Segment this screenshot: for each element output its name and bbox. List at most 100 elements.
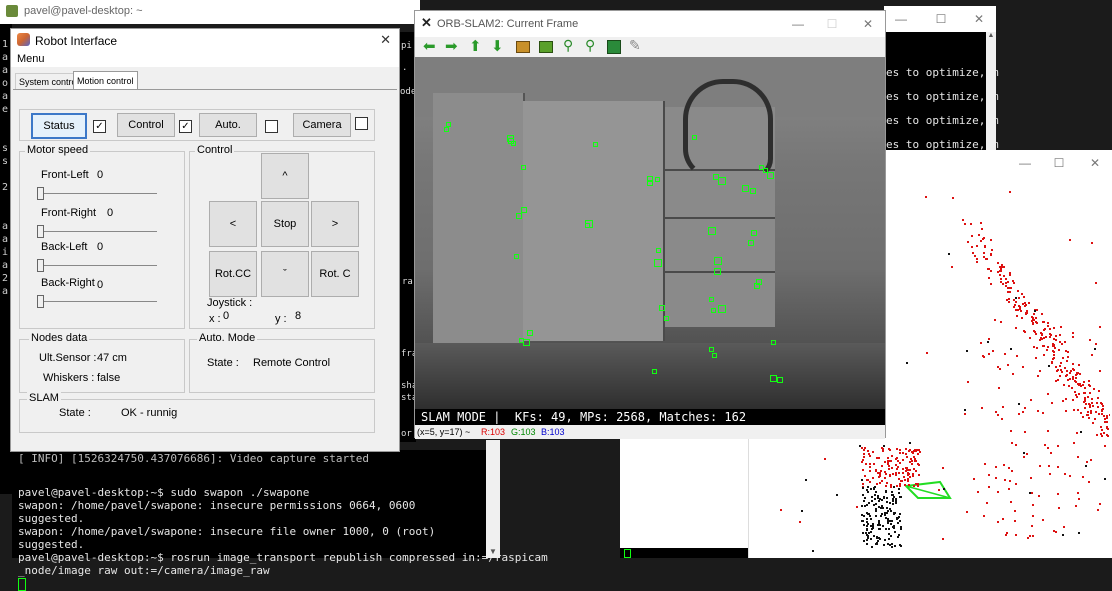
robot-titlebar[interactable]: Robot Interface ✕ (11, 29, 399, 51)
camera-checkbox[interactable] (355, 117, 368, 130)
pixel-g: G:103 (511, 427, 536, 437)
map-point (1062, 383, 1065, 386)
map-point (1066, 378, 1069, 381)
close-icon[interactable]: ✕ (855, 11, 881, 37)
map-point (1077, 409, 1080, 412)
map-point (1048, 328, 1051, 331)
auto-checkbox[interactable] (265, 120, 278, 133)
forward-button[interactable]: ^ (261, 153, 309, 199)
desktop-titlebar[interactable]: pavel@pavel-desktop: ~ (0, 0, 420, 24)
close-icon[interactable]: ✕ (380, 32, 391, 48)
map-point (1076, 383, 1079, 385)
arrow-left-icon[interactable]: ⬅ (423, 37, 436, 55)
brush-icon[interactable]: ✎ (629, 37, 641, 54)
arrow-up-icon[interactable]: ⬆ (469, 37, 482, 55)
map-point (878, 500, 881, 503)
orb-slam-window[interactable]: ✕ ORB-SLAM2: Current Frame — ☐ ✕ ⬅ ➡ ⬆ ⬇… (414, 10, 886, 439)
terminal-main[interactable]: [ INFO] [1526324750.437076686]: Video ca… (12, 450, 548, 591)
map-point (883, 544, 886, 547)
minimize-icon[interactable]: — (785, 11, 811, 37)
map-point (873, 487, 876, 490)
map-point (984, 463, 987, 466)
right-button[interactable]: > (311, 201, 359, 247)
scroll-down-icon[interactable]: ▼ (489, 547, 497, 556)
map-point (868, 480, 871, 483)
rotate-cw-button[interactable]: Rot. C (311, 251, 359, 297)
map-point (999, 277, 1002, 280)
map-point (982, 236, 985, 239)
map-point (900, 479, 903, 482)
terminal-right-scrollbar[interactable]: ▲ (986, 32, 996, 152)
map-point (894, 498, 897, 501)
terminal-cursor (18, 578, 26, 591)
map-point (970, 222, 973, 225)
image-icon[interactable] (516, 41, 530, 53)
save-icon[interactable] (607, 40, 621, 54)
backward-button[interactable]: ˇ (261, 251, 309, 297)
auto-button[interactable]: Auto. (199, 113, 257, 137)
map-point (1103, 420, 1106, 423)
menu-item[interactable]: Menu (17, 53, 45, 65)
camera-button[interactable]: Camera (293, 113, 351, 137)
map-point (981, 228, 984, 231)
map-point (1090, 398, 1093, 401)
map-point (863, 456, 866, 459)
map-point (861, 531, 864, 534)
map-point (899, 462, 902, 465)
terminal-scrollbar[interactable]: ▼ (486, 440, 500, 558)
zoom-out-icon[interactable]: ⚲ (585, 37, 595, 54)
map-point (895, 516, 898, 519)
back-left-slider[interactable] (37, 259, 157, 272)
scroll-up-icon[interactable]: ▲ (986, 32, 996, 39)
arrow-right-icon[interactable]: ➡ (445, 37, 458, 55)
zoom-in-icon[interactable]: ⚲ (563, 37, 573, 54)
map-point (1026, 452, 1029, 455)
map-point (1100, 412, 1103, 415)
partial-label: ra (402, 277, 413, 287)
status-button[interactable]: Status (31, 113, 87, 139)
close-icon[interactable]: ✕ (1082, 150, 1108, 176)
stop-button[interactable]: Stop (261, 201, 309, 247)
maximize-icon[interactable]: ☐ (819, 11, 845, 37)
arrow-down-icon[interactable]: ⬇ (491, 37, 504, 55)
close-icon[interactable]: ✕ (966, 6, 992, 32)
camera-frame[interactable] (415, 57, 885, 409)
minimize-icon[interactable]: — (1012, 150, 1038, 176)
map-point (867, 450, 870, 453)
map-point (823, 457, 826, 460)
left-button[interactable]: < (209, 201, 257, 247)
map-point (1106, 425, 1109, 428)
map-point (1048, 335, 1051, 338)
maximize-icon[interactable]: ☐ (928, 6, 954, 32)
minimize-icon[interactable]: — (888, 6, 914, 32)
map-point (938, 488, 941, 491)
map-point (1055, 339, 1058, 342)
tab-motion-control[interactable]: Motion control (73, 71, 138, 90)
robot-interface-window[interactable]: Robot Interface ✕ Menu System control Mo… (10, 28, 400, 452)
map-point (1029, 477, 1032, 480)
map-point (881, 464, 884, 467)
map-point (1072, 398, 1075, 401)
map-point (1015, 444, 1018, 446)
map-point (869, 470, 872, 473)
keypoint-marker (515, 213, 522, 220)
rotate-ccw-button[interactable]: Rot.CC (209, 251, 257, 297)
slam-status-text: SLAM MODE | KFs: 49, MPs: 2568, Matches:… (421, 410, 747, 424)
control-button[interactable]: Control (117, 113, 175, 137)
terminal-right[interactable]: es to optimize, m es to optimize, m es t… (884, 32, 999, 162)
motor-speed-title: Motor speed (25, 144, 91, 156)
control-checkbox[interactable]: ✓ (179, 120, 192, 133)
orb-slam-titlebar[interactable]: ✕ ORB-SLAM2: Current Frame — ☐ ✕ (415, 11, 885, 37)
status-checkbox[interactable]: ✓ (93, 120, 106, 133)
save-image-icon[interactable] (539, 41, 553, 53)
front-right-slider[interactable] (37, 225, 157, 238)
map-point (871, 450, 874, 453)
map-point (874, 490, 877, 493)
map-point (902, 467, 905, 470)
maximize-icon[interactable]: ☐ (1046, 150, 1072, 176)
front-left-slider[interactable] (37, 187, 157, 200)
back-right-slider[interactable] (37, 295, 157, 308)
terminal-right-titlebar[interactable]: — ☐ ✕ (884, 6, 996, 32)
map-point (895, 484, 898, 487)
map-point (914, 469, 917, 472)
